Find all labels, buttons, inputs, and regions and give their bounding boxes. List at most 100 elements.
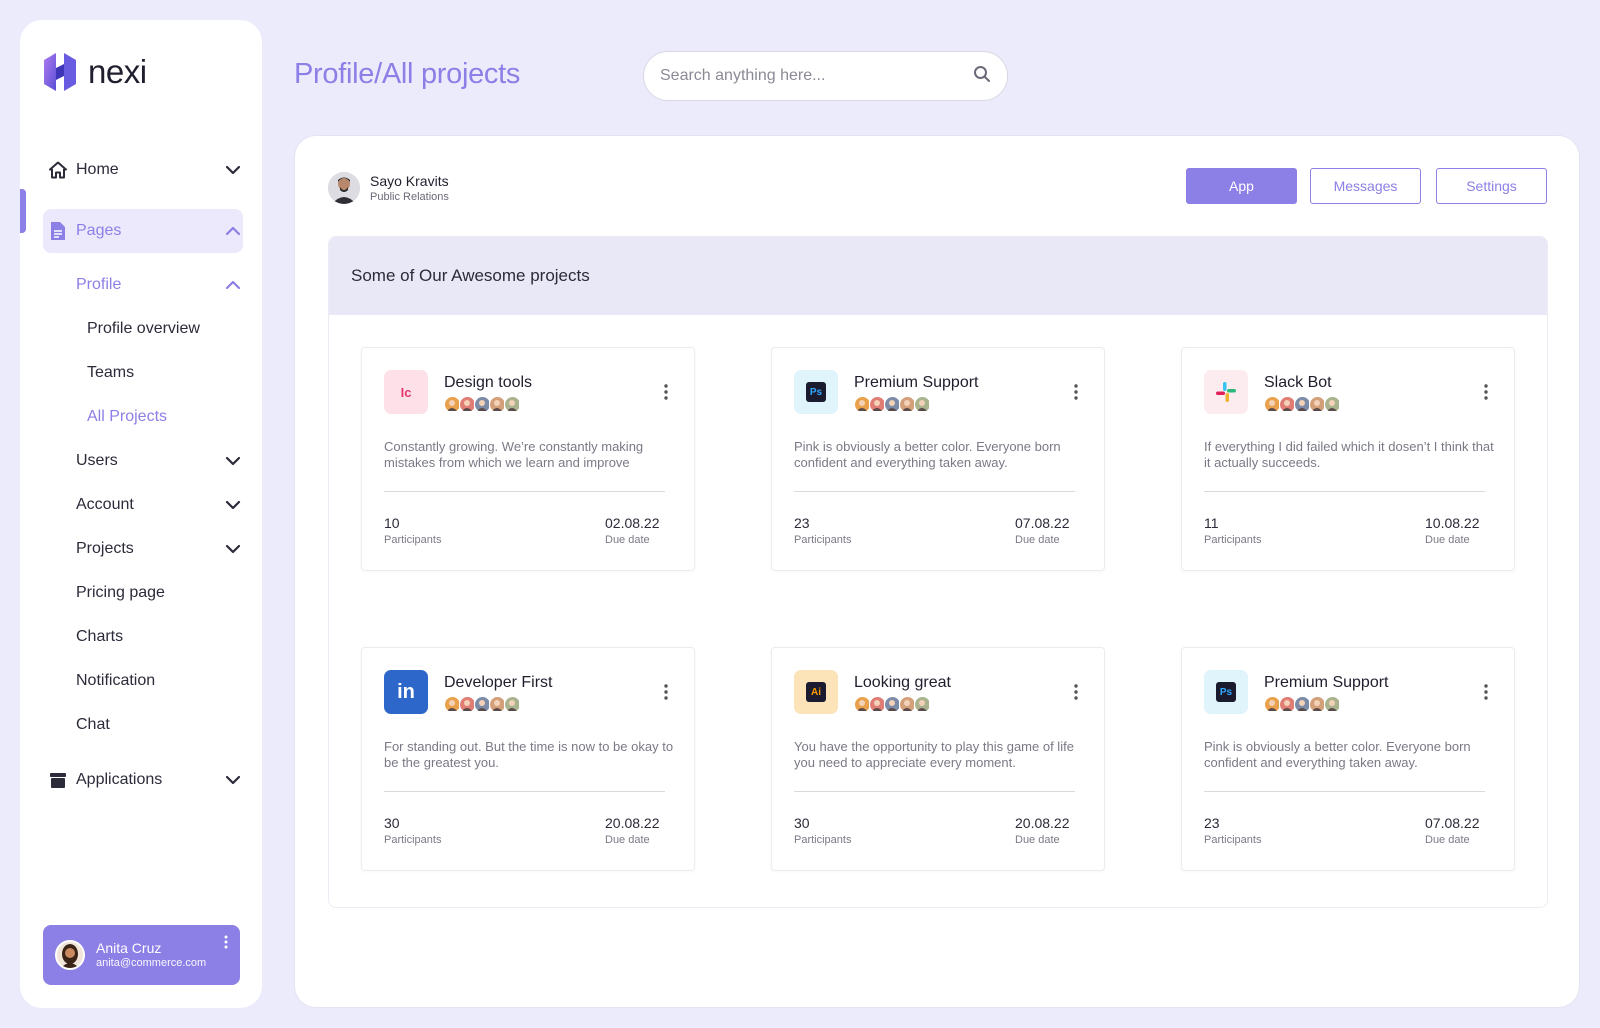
participants-label: Participants (1204, 534, 1262, 546)
participants-label: Participants (1204, 834, 1262, 846)
user-name: Anita Cruz (96, 940, 162, 956)
chevron-down-icon (224, 771, 242, 789)
participant-avatars (854, 696, 931, 713)
divider (384, 791, 665, 792)
due-date-label: Due date (1015, 834, 1060, 846)
participants-count: 30 (794, 815, 810, 831)
project-card[interactable]: Ps Premium Support Pink is obviously a b… (1181, 647, 1515, 871)
sidebar-item-label: Chat (76, 716, 110, 733)
project-description: Pink is obviously a better color. Everyo… (1204, 739, 1471, 770)
due-date-label: Due date (1015, 534, 1060, 546)
more-vertical-icon[interactable] (664, 384, 668, 405)
project-title: Design tools (444, 374, 533, 391)
participants-label: Participants (384, 834, 442, 846)
divider (794, 791, 1075, 792)
project-card[interactable]: Ps Premium Support Pink is obviously a b… (771, 347, 1105, 571)
more-vertical-icon[interactable] (664, 684, 668, 705)
participants-count: 11 (1204, 515, 1219, 531)
chevron-up-icon (224, 276, 242, 294)
sidebar-item-charts[interactable]: Charts (20, 617, 262, 657)
due-date-value: 07.08.22 (1015, 515, 1070, 531)
more-vertical-icon[interactable] (1074, 384, 1078, 405)
chevron-down-icon (224, 452, 242, 470)
sidebar-item-chat[interactable]: Chat (20, 705, 262, 745)
photoshop-icon: Ps (794, 370, 838, 414)
sidebar-item-profile-overview[interactable]: Profile overview (20, 309, 262, 349)
chevron-down-icon (224, 496, 242, 514)
sidebar-item-teams[interactable]: Teams (20, 353, 262, 393)
sidebar-item-projects[interactable]: Projects (20, 529, 262, 569)
participants-stat: 23 Participants (794, 514, 851, 548)
project-title: Premium Support (854, 374, 979, 391)
logo-icon (44, 53, 76, 91)
sidebar-item-pricing-page[interactable]: Pricing page (20, 573, 262, 613)
sidebar-item-notification[interactable]: Notification (20, 661, 262, 701)
sidebar-item-applications[interactable]: Applications (20, 760, 262, 800)
chevron-down-icon (224, 161, 242, 179)
sidebar-item-pages[interactable]: Pages (20, 211, 262, 251)
more-vertical-icon[interactable] (1074, 684, 1078, 705)
sidebar-item-label: Teams (87, 364, 135, 381)
participant-avatar (1324, 396, 1341, 413)
tab-app[interactable]: App (1186, 168, 1297, 204)
projects-section: Some of Our Awesome projects Ic Design t… (328, 236, 1548, 908)
owner-name: Sayo Kravits (370, 172, 449, 189)
more-vertical-icon[interactable] (1484, 384, 1488, 405)
chevron-down-icon (224, 540, 242, 558)
slack-icon (1204, 370, 1248, 414)
sidebar-item-account[interactable]: Account (20, 485, 262, 525)
project-card[interactable]: in Developer First For standing out. But… (361, 647, 695, 871)
sidebar-item-label: Home (76, 161, 119, 178)
search-box[interactable] (643, 51, 1008, 101)
participants-count: 30 (384, 815, 400, 831)
more-vertical-icon[interactable] (1484, 684, 1488, 705)
brand-logo[interactable]: nexi (40, 48, 147, 96)
participants-label: Participants (794, 834, 852, 846)
due-date-stat: 20.08.22 Due date (1015, 814, 1070, 848)
linkedin-icon: in (384, 670, 428, 714)
sidebar-item-profile[interactable]: Profile (20, 265, 262, 305)
avatar (55, 940, 85, 970)
due-date-label: Due date (1425, 834, 1470, 846)
sidebar-item-users[interactable]: Users (20, 441, 262, 481)
participant-avatars (444, 696, 521, 713)
project-card[interactable]: Ic Design tools Constantly growing. We’r… (361, 347, 695, 571)
sidebar-item-label: Profile (76, 276, 122, 293)
project-description: Constantly growing. We’re constantly mak… (384, 439, 644, 470)
sidebar-item-all-projects[interactable]: All Projects (20, 397, 262, 437)
due-date-stat: 20.08.22 Due date (605, 814, 660, 848)
due-date-stat: 07.08.22 Due date (1015, 514, 1070, 548)
project-card[interactable]: Slack Bot If everything I did failed whi… (1181, 347, 1515, 571)
tab-messages[interactable]: Messages (1310, 168, 1421, 204)
sidebar-item-home[interactable]: Home (20, 150, 262, 190)
due-date-label: Due date (605, 834, 650, 846)
user-card[interactable]: Anita Cruz anita@commerce.com (43, 925, 240, 985)
due-date-value: 20.08.22 (1015, 815, 1070, 831)
sidebar-item-label: Applications (76, 771, 163, 788)
project-description: If everything I did failed which it dose… (1204, 439, 1494, 470)
participant-avatar (504, 396, 521, 413)
due-date-value: 02.08.22 (605, 515, 660, 531)
sidebar-item-label: Account (76, 496, 134, 513)
participants-stat: 11 Participants (1204, 514, 1261, 548)
document-icon (48, 221, 68, 241)
participants-stat: 30 Participants (384, 814, 441, 848)
search-icon[interactable] (973, 65, 991, 88)
participants-stat: 30 Participants (794, 814, 851, 848)
projects-section-title: Some of Our Awesome projects (329, 237, 1547, 315)
due-date-label: Due date (605, 534, 650, 546)
divider (1204, 791, 1485, 792)
participants-label: Participants (384, 534, 442, 546)
project-title: Looking great (854, 674, 951, 691)
due-date-stat: 07.08.22 Due date (1425, 814, 1480, 848)
more-vertical-icon[interactable] (224, 935, 228, 954)
participants-count: 10 (384, 515, 400, 531)
participant-avatar (914, 696, 931, 713)
due-date-value: 07.08.22 (1425, 815, 1480, 831)
project-card[interactable]: Ai Looking great You have the opportunit… (771, 647, 1105, 871)
tab-settings[interactable]: Settings (1436, 168, 1547, 204)
search-input[interactable] (660, 67, 973, 85)
participant-avatars (444, 396, 521, 413)
participant-avatars (1264, 396, 1341, 413)
participants-count: 23 (794, 515, 810, 531)
